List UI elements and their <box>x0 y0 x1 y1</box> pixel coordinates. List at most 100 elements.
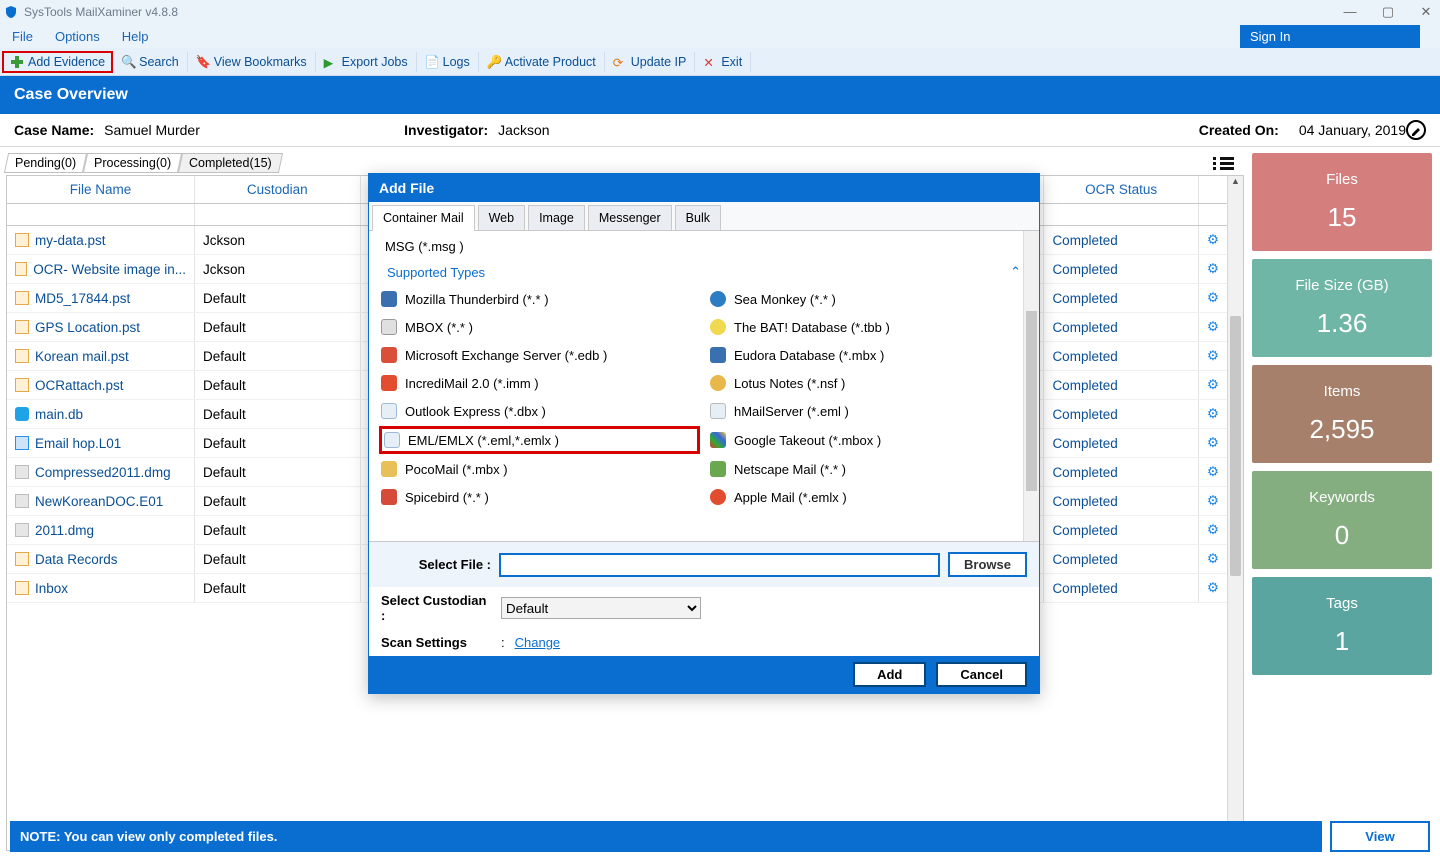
col-ocr[interactable]: OCR Status <box>1044 176 1198 204</box>
logs-button[interactable]: 📄Logs <box>417 52 479 72</box>
file-type-option[interactable]: Spicebird (*.* ) <box>379 484 700 510</box>
col-custodian[interactable]: Custodian <box>195 176 360 204</box>
activate-product-button[interactable]: 🔑Activate Product <box>479 52 605 72</box>
cell-ocr: Completed <box>1044 371 1198 400</box>
scroll-up-icon[interactable]: ▲ <box>1228 176 1243 192</box>
type-label: EML/EMLX (*.eml,*.emlx ) <box>408 433 559 448</box>
tab-container-mail[interactable]: Container Mail <box>372 205 475 230</box>
tab-messenger[interactable]: Messenger <box>588 205 672 230</box>
cancel-button[interactable]: Cancel <box>936 662 1027 687</box>
tab-pending[interactable]: Pending(0) <box>4 153 87 173</box>
tile-files[interactable]: Files15 <box>1252 153 1432 251</box>
file-type-option[interactable]: Google Takeout (*.mbox ) <box>708 426 1029 454</box>
tile-tags[interactable]: Tags1 <box>1252 577 1432 675</box>
file-type-option[interactable]: Apple Mail (*.emlx ) <box>708 484 1029 510</box>
export-jobs-button[interactable]: ▶Export Jobs <box>316 52 417 72</box>
dialog-scroll-thumb[interactable] <box>1026 311 1037 491</box>
file-name: main.db <box>35 407 83 422</box>
type-label: Apple Mail (*.emlx ) <box>734 490 847 505</box>
list-view-icon[interactable] <box>1213 156 1234 171</box>
update-ip-button[interactable]: ⟳Update IP <box>605 52 696 72</box>
type-icon <box>710 489 726 505</box>
menu-file[interactable]: File <box>12 29 33 44</box>
toolbar: Add Evidence 🔍Search 🔖View Bookmarks ▶Ex… <box>0 48 1440 76</box>
tab-processing[interactable]: Processing(0) <box>83 153 182 173</box>
tab-web[interactable]: Web <box>478 205 525 230</box>
change-link[interactable]: Change <box>515 635 561 650</box>
select-file-input[interactable] <box>499 553 940 577</box>
custodian-select[interactable]: Default <box>501 597 701 619</box>
tab-image[interactable]: Image <box>528 205 585 230</box>
exit-icon: ✕ <box>703 55 717 69</box>
select-file-label: Select File : <box>381 557 491 572</box>
sign-in-button[interactable]: Sign In <box>1240 25 1420 48</box>
tile-items[interactable]: Items2,595 <box>1252 365 1432 463</box>
add-evidence-label: Add Evidence <box>28 55 105 69</box>
file-icon <box>15 552 29 566</box>
scroll-thumb[interactable] <box>1230 316 1241 576</box>
file-name-cell: OCR- Website image in... <box>15 262 186 277</box>
file-name-cell: GPS Location.pst <box>15 320 186 335</box>
file-type-option[interactable]: PocoMail (*.mbx ) <box>379 456 700 482</box>
grid-scrollbar[interactable]: ▲ ▼ <box>1227 176 1243 850</box>
view-button-label: View <box>1365 829 1394 844</box>
tab-pending-label: Pending(0) <box>15 156 76 170</box>
dialog-scrollbar[interactable] <box>1023 231 1039 541</box>
export-label: Export Jobs <box>342 55 408 69</box>
add-button[interactable]: Add <box>853 662 926 687</box>
add-evidence-button[interactable]: Add Evidence <box>2 51 113 73</box>
view-bookmarks-button[interactable]: 🔖View Bookmarks <box>188 52 316 72</box>
cell-custodian: Default <box>195 400 360 429</box>
file-type-option[interactable]: Lotus Notes (*.nsf ) <box>708 370 1029 396</box>
file-name-cell: Email hop.L01 <box>15 436 186 451</box>
file-type-option[interactable]: Outlook Express (*.dbx ) <box>379 398 700 424</box>
file-type-option[interactable]: Mozilla Thunderbird (*.* ) <box>379 286 700 312</box>
file-type-option[interactable]: Sea Monkey (*.* ) <box>708 286 1029 312</box>
type-msg[interactable]: MSG (*.msg ) <box>369 231 1039 262</box>
tile-kw-label: Keywords <box>1309 489 1375 506</box>
tile-size-value: 1.36 <box>1317 308 1368 339</box>
file-type-option[interactable]: MBOX (*.* ) <box>379 314 700 340</box>
edit-case-icon[interactable] <box>1406 120 1426 140</box>
file-type-option[interactable]: IncrediMail 2.0 (*.imm ) <box>379 370 700 396</box>
file-type-option[interactable]: The BAT! Database (*.tbb ) <box>708 314 1029 340</box>
exit-label: Exit <box>721 55 742 69</box>
view-button[interactable]: View <box>1330 821 1430 852</box>
custodian-row: Select Custodian : Default <box>369 587 1039 629</box>
file-name: MD5_17844.pst <box>35 291 130 306</box>
file-name-cell: NewKoreanDOC.E01 <box>15 494 186 509</box>
file-name-cell: Data Records <box>15 552 186 567</box>
tab-bulk[interactable]: Bulk <box>675 205 721 230</box>
refresh-icon: ⟳ <box>613 55 627 69</box>
col-filename[interactable]: File Name <box>7 176 195 204</box>
file-name-cell: main.db <box>15 407 186 422</box>
file-name: Data Records <box>35 552 118 567</box>
type-label: Outlook Express (*.dbx ) <box>405 404 546 419</box>
file-icon <box>15 349 29 363</box>
tile-kw-value: 0 <box>1335 520 1349 551</box>
menu-options[interactable]: Options <box>55 29 100 44</box>
file-type-option[interactable]: hMailServer (*.eml ) <box>708 398 1029 424</box>
chevron-up-icon: ⌃ <box>1010 264 1021 280</box>
search-button[interactable]: 🔍Search <box>113 52 188 72</box>
tile-keywords[interactable]: Keywords 0 <box>1252 471 1432 569</box>
menu-help[interactable]: Help <box>122 29 149 44</box>
supported-types-header[interactable]: Supported Types ⌃ <box>369 262 1039 282</box>
tile-size[interactable]: File Size (GB)1.36 <box>1252 259 1432 357</box>
tab-completed[interactable]: Completed(15) <box>178 153 283 173</box>
cell-custodian: Jckson <box>195 226 360 255</box>
cell-ocr: Completed <box>1044 574 1198 603</box>
file-type-option[interactable]: EML/EMLX (*.eml,*.emlx ) <box>379 426 700 454</box>
file-type-option[interactable]: Microsoft Exchange Server (*.edb ) <box>379 342 700 368</box>
type-label: Microsoft Exchange Server (*.edb ) <box>405 348 607 363</box>
file-name-cell: Compressed2011.dmg <box>15 465 186 480</box>
file-type-option[interactable]: Eudora Database (*.mbx ) <box>708 342 1029 368</box>
type-icon <box>710 432 726 448</box>
menu-bar: File Options Help Sign In <box>0 24 1440 48</box>
bookmark-label: View Bookmarks <box>214 55 307 69</box>
exit-button[interactable]: ✕ Exit <box>695 52 751 72</box>
file-type-option[interactable]: Netscape Mail (*.* ) <box>708 456 1029 482</box>
file-icon <box>15 523 29 537</box>
type-icon <box>381 347 397 363</box>
browse-button[interactable]: Browse <box>948 552 1027 577</box>
